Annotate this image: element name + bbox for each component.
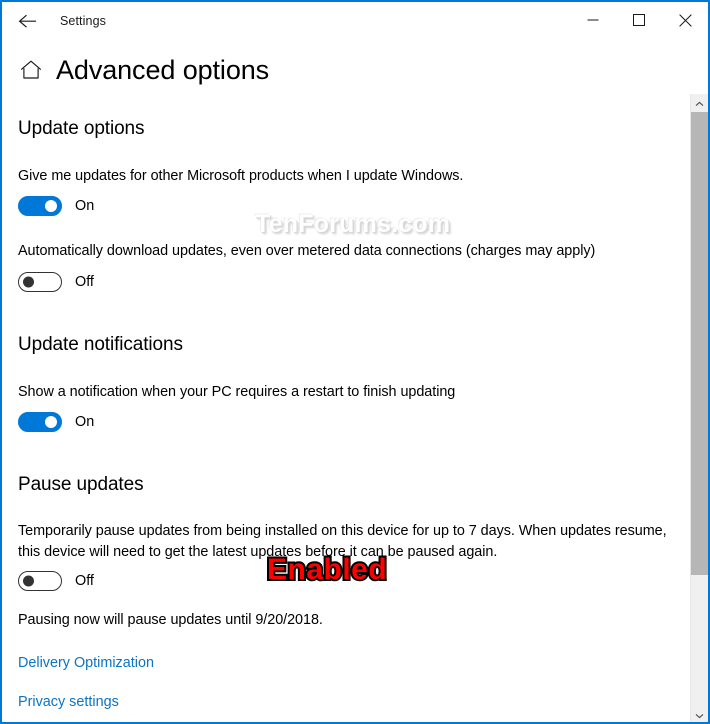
toggle-state-label: Off xyxy=(75,273,94,290)
toggle-metered-connections[interactable] xyxy=(18,271,62,292)
back-arrow-icon xyxy=(17,13,39,29)
toggle-state-label: Off xyxy=(75,573,94,590)
toggle-microsoft-products[interactable] xyxy=(18,196,62,217)
page-header: Advanced options xyxy=(2,40,708,94)
settings-content: Update options Give me updates for other… xyxy=(2,94,708,722)
toggle-knob xyxy=(45,200,57,213)
chevron-down-icon xyxy=(695,706,704,722)
minimize-button[interactable] xyxy=(570,2,616,38)
maximize-icon xyxy=(633,14,645,26)
close-icon xyxy=(678,13,692,27)
scrollbar-up-button[interactable] xyxy=(691,94,708,112)
toggle-knob xyxy=(23,276,34,288)
toggle-pause-updates[interactable] xyxy=(18,571,62,592)
scrollbar-down-button[interactable] xyxy=(691,706,708,722)
link-privacy-settings[interactable]: Privacy settings xyxy=(18,694,119,710)
settings-window: Settings Advanced options TenForums.com … xyxy=(0,0,710,724)
scrollbar-track[interactable] xyxy=(691,112,708,706)
setting-description-restart-notification: Show a notification when your PC require… xyxy=(18,383,456,400)
title-bar: Settings xyxy=(2,2,708,40)
toggle-knob xyxy=(45,416,57,429)
home-icon[interactable] xyxy=(18,57,44,83)
setting-description-microsoft-products: Give me updates for other Microsoft prod… xyxy=(18,168,464,184)
page-title: Advanced options xyxy=(56,54,270,85)
section-heading-update-notifications: Update notifications xyxy=(18,333,183,355)
app-title: Settings xyxy=(60,14,106,28)
toggle-state-label: On xyxy=(75,198,95,215)
close-button[interactable] xyxy=(662,2,708,38)
content-area: TenForums.com Enabled Update options Giv… xyxy=(2,94,708,722)
caption-buttons xyxy=(570,2,708,38)
toggle-row-pause-updates: Off xyxy=(18,571,668,592)
toggle-knob xyxy=(23,575,34,587)
maximize-button[interactable] xyxy=(616,2,662,38)
toggle-row-restart-notification: On xyxy=(18,412,668,433)
setting-description-pause-updates: Temporarily pause updates from being ins… xyxy=(18,523,667,560)
pause-updates-footnote: Pausing now will pause updates until 9/2… xyxy=(18,612,323,629)
scrollbar-thumb[interactable] xyxy=(691,112,708,576)
toggle-restart-notification[interactable] xyxy=(18,412,62,433)
toggle-row-microsoft-products: On xyxy=(18,196,668,217)
scrollbar[interactable] xyxy=(690,94,708,722)
chevron-up-icon xyxy=(695,94,704,112)
setting-description-metered-connections: Automatically download updates, even ove… xyxy=(18,243,596,260)
back-button[interactable] xyxy=(6,5,50,37)
minimize-icon xyxy=(587,14,599,26)
toggle-row-metered-connections: Off xyxy=(18,271,668,292)
link-delivery-optimization[interactable]: Delivery Optimization xyxy=(18,655,154,671)
section-heading-pause-updates: Pause updates xyxy=(18,474,144,496)
section-heading-update-options: Update options xyxy=(18,118,145,139)
toggle-state-label: On xyxy=(75,414,95,431)
